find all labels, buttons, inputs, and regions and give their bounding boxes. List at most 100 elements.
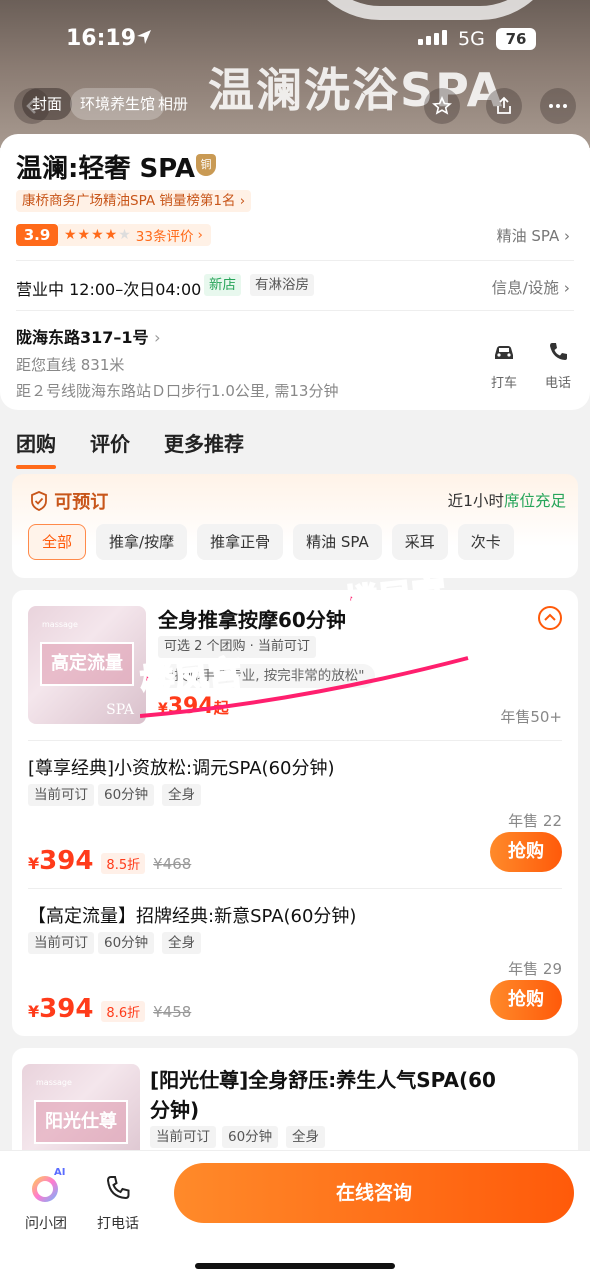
home-indicator [195,1263,395,1269]
thumb-mini-text: massage [42,620,78,629]
transit-info: 距２号线陇海东路站Ｄ口步行1.0公里, 需13分钟 [16,382,339,400]
product-title: 全身推拿按摩60分钟 [158,608,346,632]
ai-badge: AI [54,1167,66,1178]
bookable-title: 可预订 [30,488,108,514]
bronze-medal-icon: 铜 [196,154,216,176]
divider [16,260,574,261]
network-type: 5G [458,28,485,50]
stars-filled: ★★★★ [64,227,119,243]
address-text: 陇海东路317–1号 [16,328,149,347]
shop-info-card: 温澜:轻奢 SPA 铜 康桥商务广场精油SPA 销量榜第1名 › 3.9 ★★★… [0,134,590,410]
deal-tag: 当前可订 [150,1126,216,1148]
collapse-button[interactable] [538,606,562,630]
chevron-right-icon: › [239,193,246,209]
ranking-badge[interactable]: 康桥商务广场精油SPA 销量榜第1名 › [16,190,252,212]
more-dots-icon [549,104,567,108]
car-icon [495,346,513,359]
product-title-line1: [阳光仕尊]全身舒压:养生人气SPA(60 [150,1068,496,1092]
assistant-label: 问小团 [25,1216,67,1232]
new-shop-tag: 新店 [204,274,241,296]
divider [28,740,562,741]
info-facilities-text: 信息/设施 [491,279,559,297]
filter-bone-setting[interactable]: 推拿正骨 [197,524,284,560]
battery-indicator: 76 [496,28,536,50]
shop-address[interactable]: 陇海东路317–1号 › [16,324,161,348]
online-consult-button[interactable]: 在线咨询 [174,1163,574,1223]
star-empty: ★ [118,227,132,243]
filter-oil-spa[interactable]: 精油 SPA [293,524,382,560]
deal-tag: 60分钟 [98,932,155,954]
deal-year-sale: 年售 29 [508,960,562,978]
hero-chip-cover[interactable]: 封面 [22,88,73,120]
more-button[interactable] [540,88,576,124]
product-thumbnail: massage 高定流量 SPA [28,606,146,724]
tab-more-recommend[interactable]: 更多推荐 [164,428,244,457]
filter-massage[interactable]: 推拿/按摩 [96,524,188,560]
rating-box[interactable]: ★★★★★ 33条评价 › [58,224,211,246]
filter-all[interactable]: 全部 [28,524,87,560]
chevron-right-icon: › [154,328,161,347]
deal-tag: 60分钟 [222,1126,279,1148]
currency: ¥ [28,854,40,873]
favorite-button[interactable] [424,88,460,124]
deal-tag: 全身 [162,932,201,954]
deal-discount: 8.6折 [101,1001,146,1022]
rating-stars-icon: ★★★★★ [64,227,132,243]
filter-multi-pass[interactable]: 次卡 [457,524,514,560]
taxi-label: 打车 [490,376,517,391]
chevron-right-icon: › [564,227,570,245]
chevron-right-icon: › [197,227,203,243]
currency: ¥ [28,1002,40,1021]
phone-icon [550,343,567,360]
ranking-text: 康桥商务广场精油SPA 销量榜第1名 [22,193,236,209]
deal-price: 394 [39,994,94,1024]
hero-brand-text: 温澜洗浴SPA [208,63,505,117]
straight-distance: 距您直线 831米 [16,356,125,374]
deal-tag: 全身 [162,784,201,806]
taxi-button[interactable]: 打车 [484,338,524,391]
deal-discount: 8.5折 [101,853,146,874]
tab-reviews[interactable]: 评价 [90,428,130,457]
info-facilities-link[interactable]: 信息/设施 › [492,276,570,298]
bookable-text: 可预订 [54,492,109,513]
location-arrow-icon [137,30,151,44]
section-tabs: 团购 评价 更多推荐 [16,428,244,469]
rating-score: 3.9 [16,224,58,246]
tab-group-buy[interactable]: 团购 [16,428,56,469]
call-button[interactable]: 打电话 [88,1171,148,1233]
deal-tag: 60分钟 [98,784,155,806]
hero-banner[interactable]: 温澜洗浴SPA 16:19 5G 76 封面 环境养生馆 相册 [0,0,590,148]
deal-title[interactable]: [尊享经典]小资放松:调元SPA(60分钟) [28,754,335,780]
booking-card: 可预订 近1小时席位充足 全部 推拿/按摩 推拿正骨 精油 SPA 采耳 次卡 [12,474,578,578]
assistant-button[interactable]: AI 问小团 [16,1167,76,1233]
category-link[interactable]: 精油 SPA › [497,225,570,246]
phone-label: 电话 [544,376,571,391]
hero-logo-arc [300,0,560,20]
seat-prefix: 近1小时 [447,492,504,510]
hero-chip-album[interactable]: 相册 [148,88,198,120]
star-outline-icon [432,96,452,115]
shop-title: 温澜:轻奢 SPA [16,154,195,184]
shield-check-icon [31,491,47,511]
share-icon [497,96,511,114]
shower-tag: 有淋浴房 [250,274,314,296]
filter-ear-cleaning[interactable]: 采耳 [391,524,448,560]
buy-button[interactable]: 抢购 [490,832,562,872]
status-time: 16:19 [66,26,137,51]
deal-tag: 当前可订 [28,932,94,954]
product-year-sale: 年售50+ [500,708,562,726]
review-count: 33条评价 [135,229,194,245]
thumb-title: 高定流量 [40,642,134,686]
phone-button[interactable]: 电话 [538,338,578,391]
deal-tag: 全身 [286,1126,325,1148]
deal-title[interactable]: 【高定流量】招牌经典:新意SPA(60分钟) [28,902,356,928]
deal-tag: 当前可订 [28,784,94,806]
category-text: 精油 SPA [496,227,560,245]
chevron-right-icon: › [563,279,570,297]
divider [16,310,574,311]
seat-status: 席位充足 [503,492,566,510]
business-hours: 营业中 12:00–次日04:00 [16,280,202,299]
phone-outline-icon [106,1176,130,1200]
share-button[interactable] [486,88,522,124]
buy-button[interactable]: 抢购 [490,980,562,1020]
